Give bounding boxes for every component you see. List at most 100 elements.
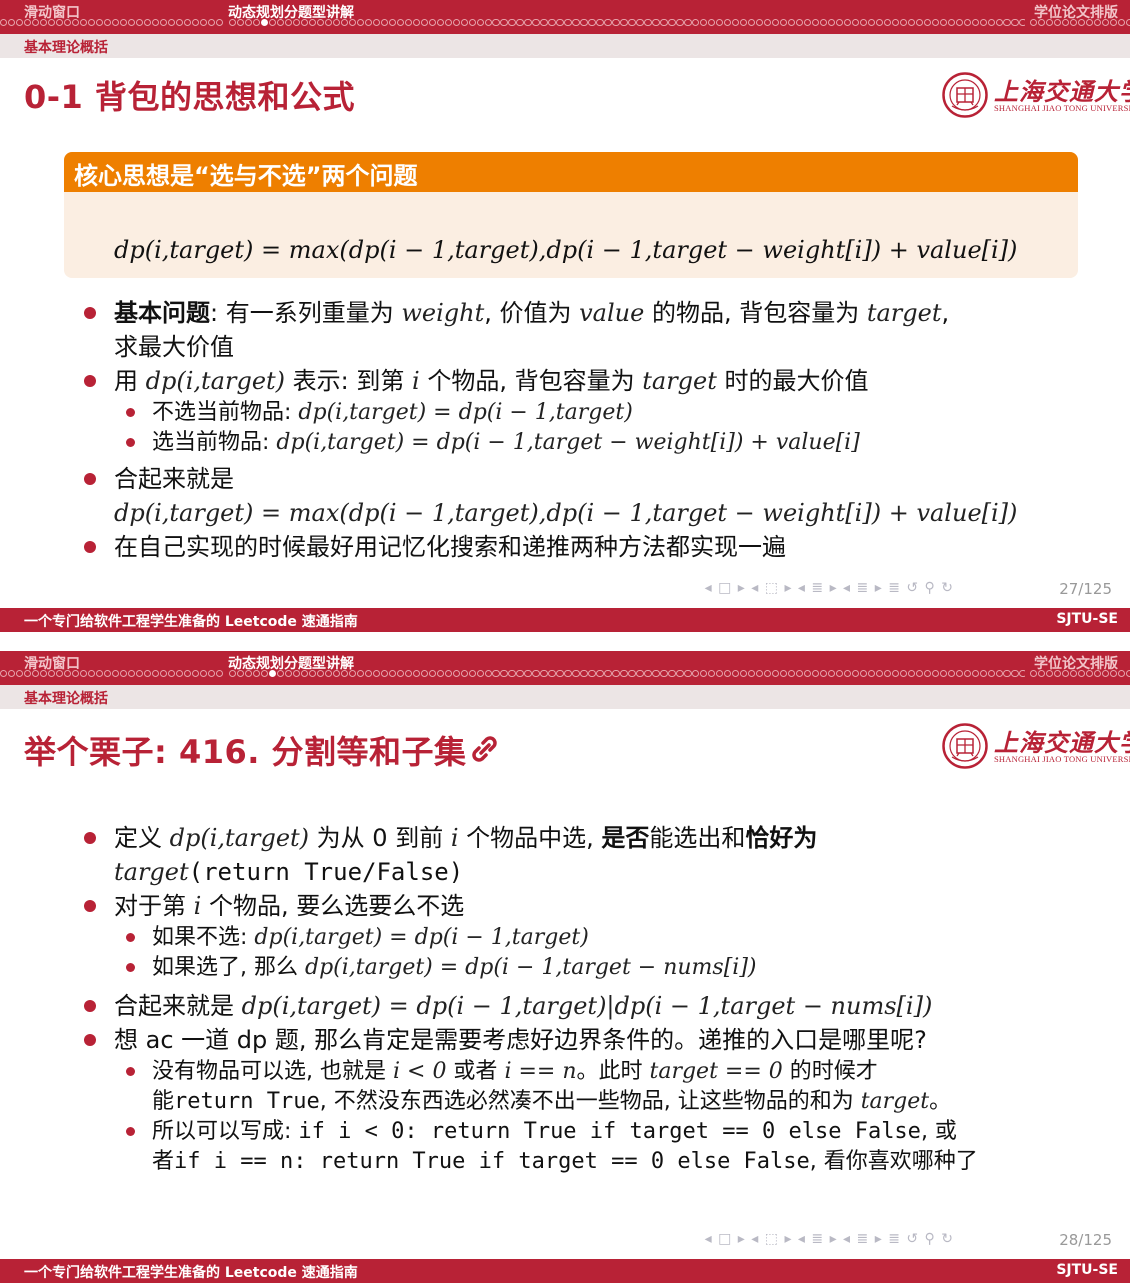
nav-dot[interactable] — [1045, 670, 1054, 678]
nav-dot[interactable] — [412, 19, 421, 27]
nav-dot[interactable] — [215, 670, 223, 678]
nav-dot[interactable] — [1045, 19, 1054, 27]
nav-dot[interactable] — [732, 670, 740, 678]
nav-dot[interactable] — [979, 670, 987, 678]
nav-dot[interactable] — [191, 670, 200, 678]
nav-dot[interactable] — [947, 670, 955, 678]
nav-dot[interactable] — [500, 19, 508, 27]
nav-dot[interactable] — [260, 19, 269, 27]
nav-dot[interactable] — [444, 19, 452, 27]
subsection-title[interactable]: 基本理论概括 — [24, 37, 108, 57]
nav-dot[interactable] — [1069, 670, 1078, 678]
nav-dot[interactable] — [795, 670, 804, 678]
nav-dots-left[interactable] — [0, 670, 225, 680]
nav-dot[interactable] — [684, 19, 692, 27]
nav-dot[interactable] — [835, 670, 844, 678]
nav-dot[interactable] — [87, 670, 96, 678]
nav-dot[interactable] — [1011, 670, 1019, 678]
nav-dots-current[interactable] — [229, 19, 1025, 29]
nav-dot[interactable] — [167, 19, 176, 27]
nav-dot[interactable] — [252, 19, 261, 27]
nav-dot[interactable] — [135, 670, 144, 678]
nav-dot[interactable] — [436, 19, 444, 27]
nav-dot[interactable] — [771, 19, 780, 27]
nav-dot[interactable] — [859, 670, 868, 678]
nav-dot[interactable] — [851, 670, 860, 678]
nav-dot[interactable] — [1019, 670, 1025, 678]
nav-dot[interactable] — [492, 19, 500, 27]
nav-dot[interactable] — [364, 19, 373, 27]
nav-dot[interactable] — [963, 19, 971, 27]
nav-dot[interactable] — [300, 19, 309, 27]
nav-dot[interactable] — [119, 670, 128, 678]
nav-dot[interactable] — [71, 670, 80, 678]
nav-dot[interactable] — [31, 670, 40, 678]
nav-dot[interactable] — [883, 670, 892, 678]
nav-dot[interactable] — [811, 670, 820, 678]
nav-dot[interactable] — [372, 670, 381, 678]
nav-dot[interactable] — [620, 670, 628, 678]
nav-dot[interactable] — [0, 19, 8, 27]
nav-dot[interactable] — [588, 19, 596, 27]
nav-dot[interactable] — [604, 19, 612, 27]
nav-dot[interactable] — [47, 19, 56, 27]
nav-dot[interactable] — [95, 670, 104, 678]
nav-dot[interactable] — [740, 670, 748, 678]
nav-dot[interactable] — [875, 19, 884, 27]
nav-dot[interactable] — [516, 19, 524, 27]
nav-dot[interactable] — [1030, 19, 1038, 27]
nav-dot[interactable] — [811, 19, 820, 27]
nav-dot[interactable] — [1093, 19, 1102, 27]
nav-dot[interactable] — [971, 670, 979, 678]
nav-dot[interactable] — [987, 670, 995, 678]
nav-dot[interactable] — [899, 670, 908, 678]
nav-dot[interactable] — [939, 670, 947, 678]
nav-dot[interactable] — [1109, 670, 1118, 678]
nav-dot[interactable] — [1101, 19, 1110, 27]
nav-dot[interactable] — [15, 19, 24, 27]
nav-dots-right[interactable] — [1030, 19, 1130, 29]
nav-dot[interactable] — [867, 670, 876, 678]
nav-dot[interactable] — [39, 19, 48, 27]
nav-dot[interactable] — [907, 19, 916, 27]
nav-dot[interactable] — [779, 670, 788, 678]
nav-dot[interactable] — [284, 670, 293, 678]
nav-dot[interactable] — [700, 670, 708, 678]
nav-dot[interactable] — [460, 670, 468, 678]
nav-dot[interactable] — [103, 670, 112, 678]
nav-dot[interactable] — [420, 19, 429, 27]
nav-dot[interactable] — [883, 19, 892, 27]
nav-dot[interactable] — [660, 19, 668, 27]
nav-dot[interactable] — [476, 19, 484, 27]
nav-dot[interactable] — [332, 19, 341, 27]
beamer-nav-controls[interactable]: ◂ □ ▸ ◂ ⬚ ▸ ◂ ≣ ▸ ◂ ≣ ▸ ≣ ↺ ⚲ ↻ — [705, 580, 954, 596]
nav-dot[interactable] — [827, 670, 836, 678]
nav-dot[interactable] — [819, 670, 828, 678]
nav-dot[interactable] — [843, 670, 852, 678]
nav-dot[interactable] — [763, 670, 772, 678]
nav-dot[interactable] — [596, 19, 604, 27]
nav-dot[interactable] — [444, 670, 452, 678]
nav-dot[interactable] — [284, 19, 293, 27]
nav-dot[interactable] — [684, 670, 692, 678]
nav-dot[interactable] — [588, 670, 596, 678]
nav-dot[interactable] — [492, 670, 500, 678]
nav-dot[interactable] — [244, 19, 253, 27]
nav-dot[interactable] — [119, 19, 128, 27]
nav-dots-current[interactable] — [229, 670, 1025, 680]
nav-dot[interactable] — [468, 670, 476, 678]
nav-dot[interactable] — [316, 19, 325, 27]
nav-dot[interactable] — [891, 19, 900, 27]
nav-dot[interactable] — [644, 670, 652, 678]
nav-dot[interactable] — [340, 19, 349, 27]
nav-dot[interactable] — [795, 19, 804, 27]
nav-dot[interactable] — [803, 670, 812, 678]
nav-dot[interactable] — [468, 19, 476, 27]
nav-dot[interactable] — [516, 670, 524, 678]
nav-dot[interactable] — [1077, 19, 1086, 27]
nav-dot[interactable] — [692, 19, 700, 27]
nav-dot[interactable] — [755, 670, 764, 678]
nav-dot[interactable] — [708, 670, 716, 678]
nav-dot[interactable] — [324, 670, 333, 678]
nav-dot[interactable] — [724, 670, 732, 678]
